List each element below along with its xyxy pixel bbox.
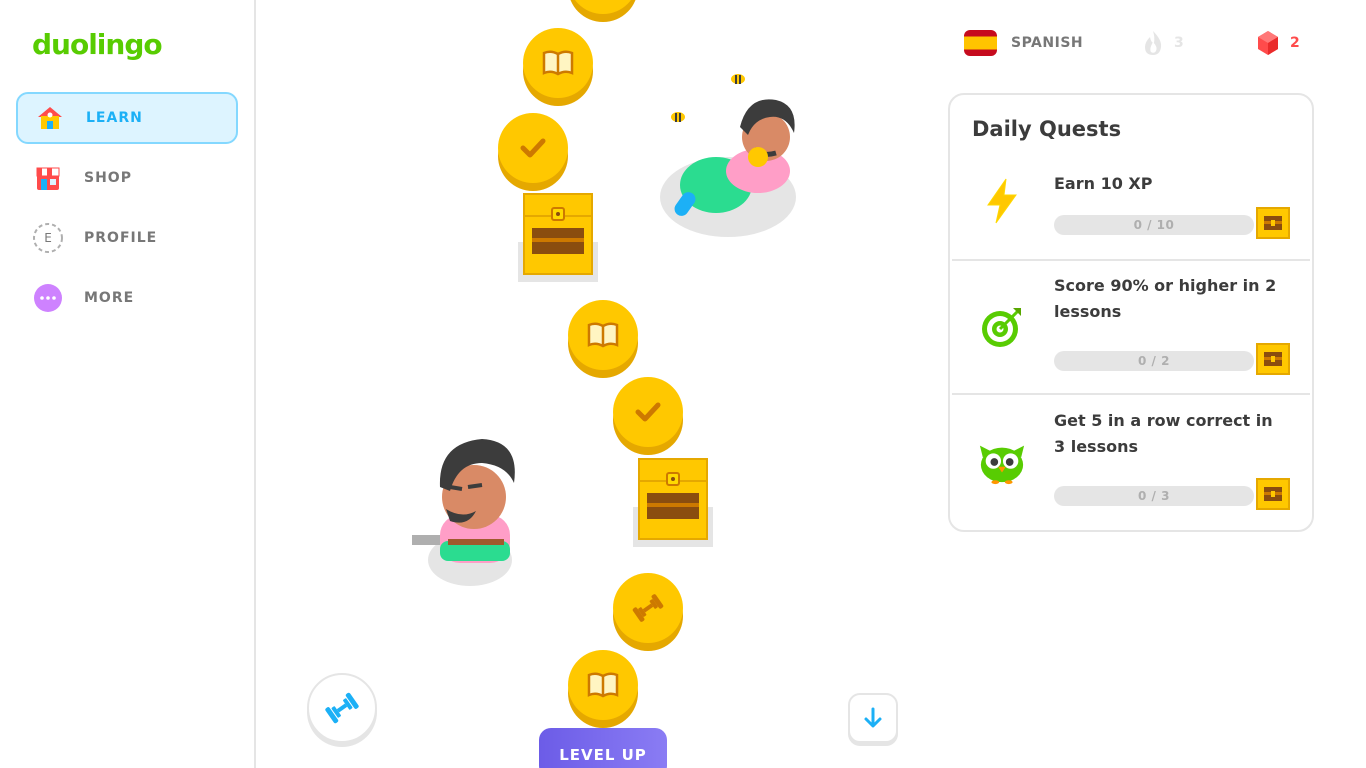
shop-icon	[32, 162, 64, 194]
quest-item: Get 5 in a row correct in 3 lessons 0 / …	[950, 411, 1312, 522]
streak-count: 3	[1174, 35, 1184, 51]
sidebar-item-learn[interactable]: LEARN	[16, 92, 238, 144]
book-icon	[587, 322, 619, 348]
duolingo-logo[interactable]: duolingo	[32, 28, 163, 61]
book-icon	[542, 50, 574, 76]
more-icon	[32, 282, 64, 314]
quest-progress-bar: 0 / 2	[1054, 351, 1254, 371]
quest-progress-text: 0 / 3	[1138, 489, 1170, 503]
sidebar-item-profile[interactable]: E PROFILE	[16, 212, 238, 264]
sidebar-item-label: LEARN	[86, 110, 143, 126]
flame-icon	[1145, 31, 1162, 55]
quest-title: Earn 10 XP	[1054, 174, 1153, 193]
quest-progress-text: 0 / 2	[1138, 354, 1170, 368]
sidebar-item-label: MORE	[84, 290, 135, 306]
relaxing-character-illustration	[658, 65, 803, 244]
practice-button[interactable]	[307, 673, 377, 743]
owl-icon	[978, 438, 1026, 486]
lesson-node-check[interactable]	[613, 377, 683, 447]
sidebar-item-label: PROFILE	[84, 230, 158, 246]
bee-icon	[731, 74, 745, 84]
lesson-node-book[interactable]	[523, 28, 593, 98]
quest-title: Get 5 in a row correct in 3 lessons	[1054, 411, 1273, 456]
gems-count: 2	[1290, 35, 1300, 51]
check-icon	[635, 402, 661, 422]
quest-item: Score 90% or higher in 2 lessons 0 / 2	[950, 276, 1312, 387]
language-selector[interactable]: SPANISH	[964, 30, 1083, 56]
sidebar-item-shop[interactable]: SHOP	[16, 152, 238, 204]
streak-counter[interactable]: 3	[1142, 30, 1184, 56]
treasure-chest-node[interactable]	[633, 455, 713, 551]
house-icon	[34, 102, 66, 134]
top-stats-bar: SPANISH 3 2	[964, 30, 1314, 62]
dumbbell-icon	[325, 692, 359, 724]
quest-reward-chest-icon	[1256, 343, 1290, 375]
quest-progress-bar: 0 / 10	[1054, 215, 1254, 235]
gems-counter[interactable]: 2	[1256, 30, 1300, 56]
quest-reward-chest-icon	[1256, 207, 1290, 239]
sidebar-item-label: SHOP	[84, 170, 132, 186]
quest-progress-text: 0 / 10	[1133, 218, 1175, 232]
arrow-down-icon	[864, 707, 882, 728]
quest-reward-chest-icon	[1256, 478, 1290, 510]
scroll-down-button[interactable]	[848, 693, 898, 743]
daily-quests-title: Daily Quests	[972, 117, 1122, 141]
avatar-letter: E	[44, 231, 52, 245]
daily-quests-card: Daily Quests Earn 10 XP 0 / 10 Score 90%…	[948, 93, 1314, 532]
divider	[952, 393, 1310, 395]
sidebar-item-more[interactable]: MORE	[16, 272, 238, 324]
check-icon	[520, 138, 546, 158]
bee-icon	[671, 112, 685, 122]
level-up-button[interactable]: LEVEL UP	[539, 728, 667, 768]
divider	[952, 259, 1310, 261]
sidebar: duolingo LEARN SHOP E PROFILE MORE	[0, 0, 256, 768]
lesson-node-book[interactable]	[568, 650, 638, 720]
language-label: SPANISH	[1011, 35, 1084, 51]
quest-progress-bar: 0 / 3	[1054, 486, 1254, 506]
treasure-chest-icon	[633, 458, 713, 547]
dumbbell-icon	[632, 594, 664, 622]
gem-icon	[1258, 31, 1278, 55]
quest-title: Score 90% or higher in 2 lessons	[1054, 276, 1277, 321]
spain-flag-icon	[964, 30, 997, 56]
lightning-icon	[978, 177, 1026, 225]
book-icon	[587, 672, 619, 698]
lesson-node-book[interactable]	[568, 300, 638, 370]
quest-item: Earn 10 XP 0 / 10	[950, 167, 1312, 257]
practice-node[interactable]	[613, 573, 683, 643]
target-icon	[978, 303, 1026, 351]
lesson-node-check[interactable]	[498, 113, 568, 183]
standing-character-illustration	[410, 435, 525, 594]
treasure-chest-node[interactable]	[518, 190, 598, 286]
treasure-chest-icon	[518, 193, 598, 282]
profile-icon: E	[32, 222, 64, 254]
